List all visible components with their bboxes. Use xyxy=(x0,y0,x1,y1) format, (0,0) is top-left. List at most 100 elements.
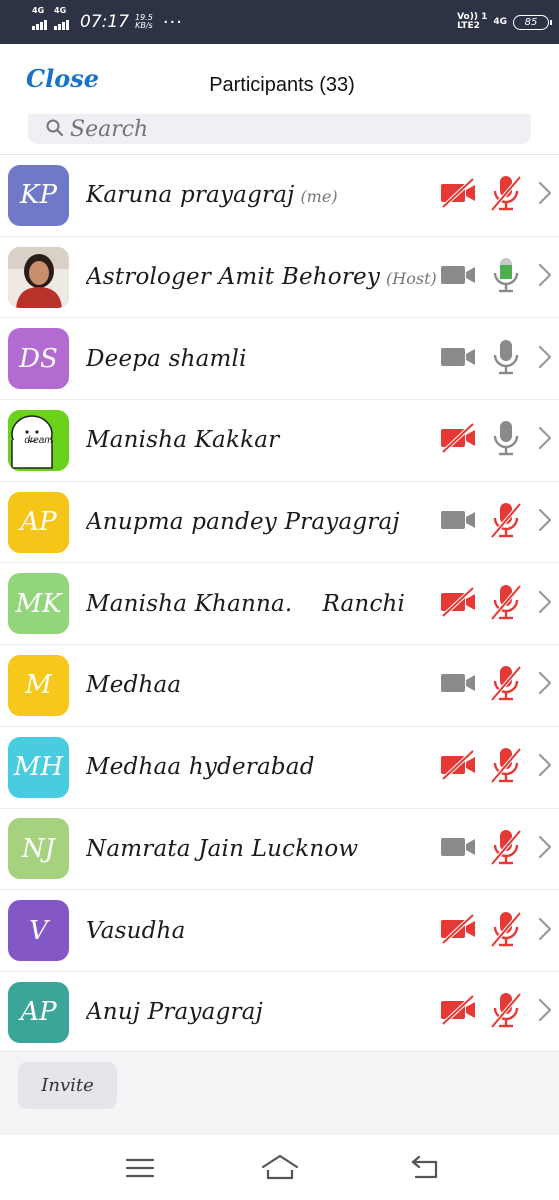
avatar-initials: NJ xyxy=(21,833,56,864)
microphone-icon xyxy=(489,419,537,461)
video-off-icon xyxy=(439,994,489,1029)
menu-icon[interactable] xyxy=(122,1153,162,1183)
participant-name: Astrologer Amit Behorey xyxy=(86,264,381,291)
avatar: M xyxy=(8,654,69,716)
network-type-right: 4G xyxy=(493,16,507,27)
volte-bottom: LTE2 xyxy=(457,21,480,31)
back-icon[interactable] xyxy=(408,1153,448,1183)
participant-row[interactable]: DS Deepa shamli xyxy=(0,318,559,401)
header: Close Participants (33) xyxy=(0,44,559,114)
search-input[interactable] xyxy=(70,116,370,142)
status-bar: 4G 4G 07:17 19.5 KB/s ··· Vo)) 1 LTE2 4G… xyxy=(0,0,559,44)
avatar: V xyxy=(8,900,69,962)
participant-row[interactable]: KP Karuna prayagraj (me) xyxy=(0,155,559,237)
avatar-initials: MH xyxy=(13,752,64,783)
network-type-sim1: 4G xyxy=(32,6,45,15)
video-camera-icon xyxy=(439,505,489,539)
avatar-initials: AP xyxy=(20,997,57,1028)
participant-row[interactable]: AP Anupma pandey Prayagraj xyxy=(0,482,559,564)
participant-row[interactable]: NJ Namrata Jain Lucknow xyxy=(0,809,559,891)
video-off-icon xyxy=(439,422,489,457)
battery-icon: 85 xyxy=(513,14,552,30)
avatar: dream xyxy=(8,409,69,471)
participant-status-icons xyxy=(439,318,559,399)
microphone-muted-icon xyxy=(489,910,537,952)
notification-overflow: ··· xyxy=(162,11,183,33)
avatar-initials: KP xyxy=(20,180,57,211)
volte-indicator: Vo)) 1 LTE2 xyxy=(457,13,487,31)
video-camera-icon xyxy=(439,342,489,376)
invite-button[interactable]: Invite xyxy=(18,1062,117,1109)
chevron-right-icon[interactable] xyxy=(537,262,559,292)
chevron-right-icon[interactable] xyxy=(537,344,559,374)
participant-status-icons xyxy=(439,972,559,1053)
clock: 07:17 xyxy=(80,12,129,32)
participant-name: Vasudha xyxy=(86,917,186,944)
participant-status-icons xyxy=(439,727,559,808)
participant-name: Deepa shamli xyxy=(86,345,247,372)
network-speed: 19.5 KB/s xyxy=(135,14,153,30)
participant-role-tag: (me) xyxy=(300,187,338,207)
chevron-right-icon[interactable] xyxy=(537,752,559,782)
participant-row[interactable]: dream Manisha Kakkar xyxy=(0,400,559,482)
microphone-muted-icon xyxy=(489,991,537,1033)
chevron-right-icon[interactable] xyxy=(537,589,559,619)
video-off-icon xyxy=(439,749,489,784)
participant-row[interactable]: M Medhaa xyxy=(0,645,559,727)
signal-strength-icon: 4G xyxy=(54,6,70,30)
participant-row[interactable]: V Vasudha xyxy=(0,890,559,972)
participant-name: Anuj Prayagraj xyxy=(86,999,263,1026)
participant-status-icons xyxy=(439,482,559,563)
participant-row[interactable]: MK Manisha Khanna. Ranchi xyxy=(0,563,559,646)
page-title: Participants (33) xyxy=(209,74,355,96)
search-icon xyxy=(46,119,64,137)
participant-name: Karuna prayagraj xyxy=(86,182,295,209)
participant-row[interactable]: MH Medhaa hyderabad xyxy=(0,727,559,809)
avatar-initials: V xyxy=(29,915,48,946)
video-off-icon xyxy=(439,586,489,621)
video-off-icon xyxy=(439,177,489,212)
participant-status-icons xyxy=(439,237,559,318)
participant-row[interactable]: Astrologer Amit Behorey (Host) xyxy=(0,237,559,319)
participant-name: Anupma pandey Prayagraj xyxy=(86,509,400,536)
chevron-right-icon[interactable] xyxy=(537,670,559,700)
chevron-right-icon[interactable] xyxy=(537,916,559,946)
chevron-right-icon[interactable] xyxy=(537,425,559,455)
participant-role-tag: (Host) xyxy=(386,269,437,289)
video-camera-icon xyxy=(439,260,489,294)
participant-name: Medhaa xyxy=(86,672,182,699)
microphone-muted-icon xyxy=(489,174,537,216)
network-speed-unit: KB/s xyxy=(135,21,153,30)
avatar-sticker-text: dream xyxy=(24,434,53,446)
search-box[interactable] xyxy=(28,114,531,144)
avatar: DS xyxy=(8,328,69,390)
participant-status-icons xyxy=(439,155,559,236)
network-type-sim2: 4G xyxy=(54,6,67,15)
system-nav-bar xyxy=(0,1135,559,1200)
chevron-right-icon[interactable] xyxy=(537,997,559,1027)
chevron-right-icon[interactable] xyxy=(537,834,559,864)
participant-status-icons xyxy=(439,563,559,644)
chevron-right-icon[interactable] xyxy=(537,180,559,210)
video-camera-icon xyxy=(439,832,489,866)
video-off-icon xyxy=(439,913,489,948)
avatar: MH xyxy=(8,736,69,798)
avatar: MK xyxy=(8,573,69,635)
home-icon[interactable] xyxy=(260,1153,300,1183)
participant-status-icons xyxy=(439,809,559,890)
avatar xyxy=(8,246,69,308)
microphone-muted-icon xyxy=(489,746,537,788)
avatar: AP xyxy=(8,981,69,1043)
avatar-initials: MK xyxy=(15,588,62,619)
participant-status-icons xyxy=(439,645,559,726)
participant-name: Namrata Jain Lucknow xyxy=(86,835,359,862)
participant-name: Manisha Khanna. Ranchi xyxy=(86,590,406,617)
participant-list: KP Karuna prayagraj (me) Astrologer Amit Be… xyxy=(0,154,559,1054)
battery-level: 85 xyxy=(524,16,538,28)
microphone-icon xyxy=(489,338,537,380)
bottom-toolbar: Invite xyxy=(0,1051,559,1135)
avatar: NJ xyxy=(8,818,69,880)
chevron-right-icon[interactable] xyxy=(537,507,559,537)
participant-row[interactable]: AP Anuj Prayagraj xyxy=(0,972,559,1054)
participant-status-icons xyxy=(439,890,559,971)
